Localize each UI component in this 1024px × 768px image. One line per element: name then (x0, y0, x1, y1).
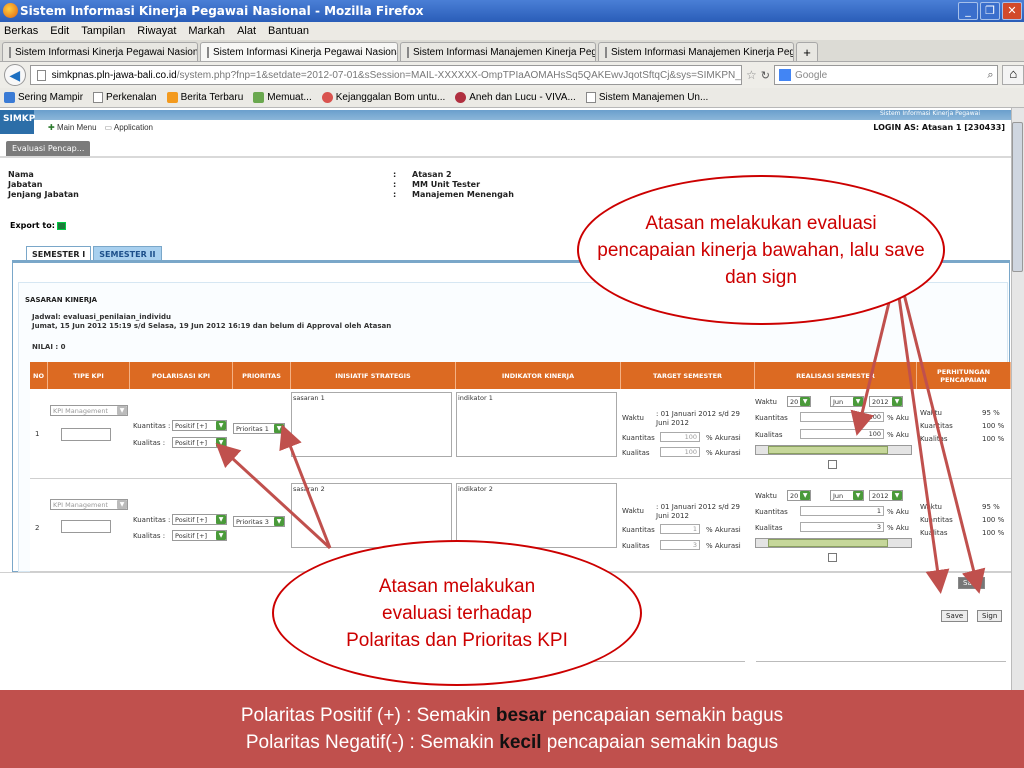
callout-top: Atasan melakukan evaluasi pencapaian kin… (577, 175, 945, 325)
callout-top-text: Atasan melakukan evaluasi pencapaian kin… (597, 212, 925, 288)
footer-text: Polaritas Positif (+) : Semakin (240, 705, 496, 726)
footer-text: Polaritas Negatif(-) : Semakin (245, 732, 500, 753)
footer-banner: Polaritas Positif (+) : Semakin besar pe… (0, 690, 1024, 768)
footer-text: pencapaian semakin bagus (541, 732, 779, 753)
footer-bold: besar (495, 705, 547, 726)
callout-bottom: Atasan melakukan evaluasi terhadap Polar… (272, 540, 642, 686)
callout-bottom-text: Atasan melakukan evaluasi terhadap Polar… (346, 575, 568, 651)
footer-text: pencapaian semakin bagus (546, 705, 784, 726)
footer-line-1: Polaritas Positif (+) : Semakin besar pe… (0, 702, 1024, 729)
footer-bold: kecil (499, 732, 542, 753)
footer-line-2: Polaritas Negatif(-) : Semakin kecil pen… (0, 729, 1024, 756)
